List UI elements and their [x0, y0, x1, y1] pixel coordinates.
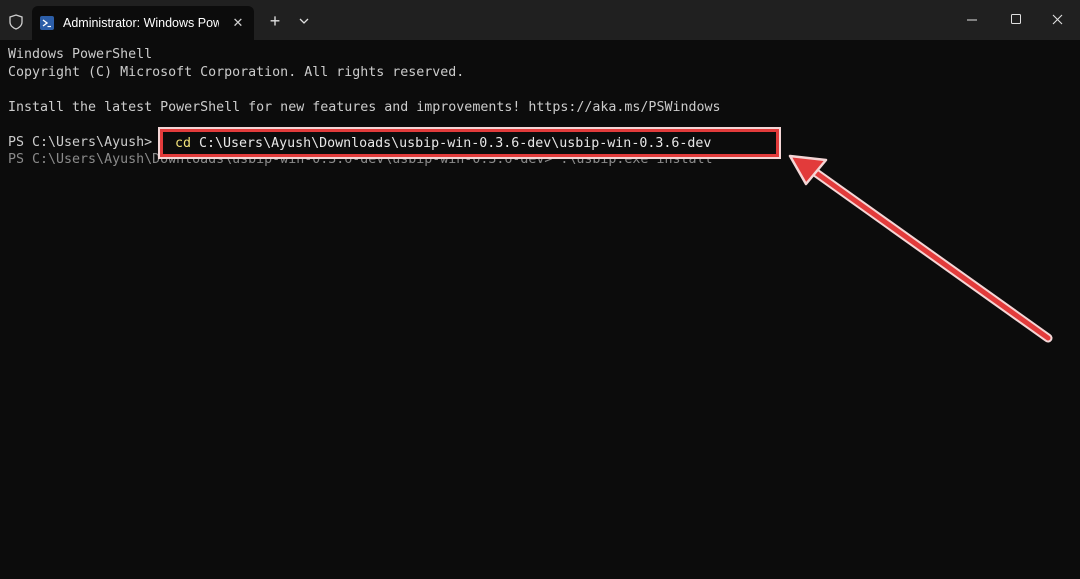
- command-path: C:\Users\Ayush\Downloads\usbip-win-0.3.6…: [191, 136, 712, 151]
- command-keyword: cd: [175, 136, 192, 151]
- terminal-line: Copyright (C) Microsoft Corporation. All…: [8, 65, 465, 80]
- tab-title: Administrator: Windows PowerShell: [63, 16, 219, 30]
- title-bar: Administrator: Windows PowerShell ✕ +: [0, 0, 1080, 40]
- terminal-line: Windows PowerShell: [8, 47, 153, 62]
- powershell-icon: [40, 16, 54, 30]
- window-close-icon[interactable]: [1036, 4, 1080, 34]
- tab-powershell[interactable]: Administrator: Windows PowerShell ✕: [32, 6, 254, 40]
- terminal-output[interactable]: Windows PowerShell Copyright (C) Microso…: [0, 40, 1080, 579]
- chevron-down-icon[interactable]: [294, 10, 314, 32]
- highlighted-command: cd C:\Users\Ayush\Downloads\usbip-win-0.…: [160, 129, 779, 157]
- minimize-icon[interactable]: [950, 4, 994, 34]
- command-text: cd C:\Users\Ayush\Downloads\usbip-win-0.…: [175, 135, 711, 152]
- terminal-line: Install the latest PowerShell for new fe…: [8, 100, 721, 115]
- terminal-prompt: PS C:\Users\Ayush>: [8, 135, 153, 150]
- plus-icon[interactable]: +: [264, 10, 286, 32]
- maximize-icon[interactable]: [994, 4, 1038, 34]
- close-icon[interactable]: ✕: [230, 15, 246, 31]
- shield-icon: [9, 14, 23, 30]
